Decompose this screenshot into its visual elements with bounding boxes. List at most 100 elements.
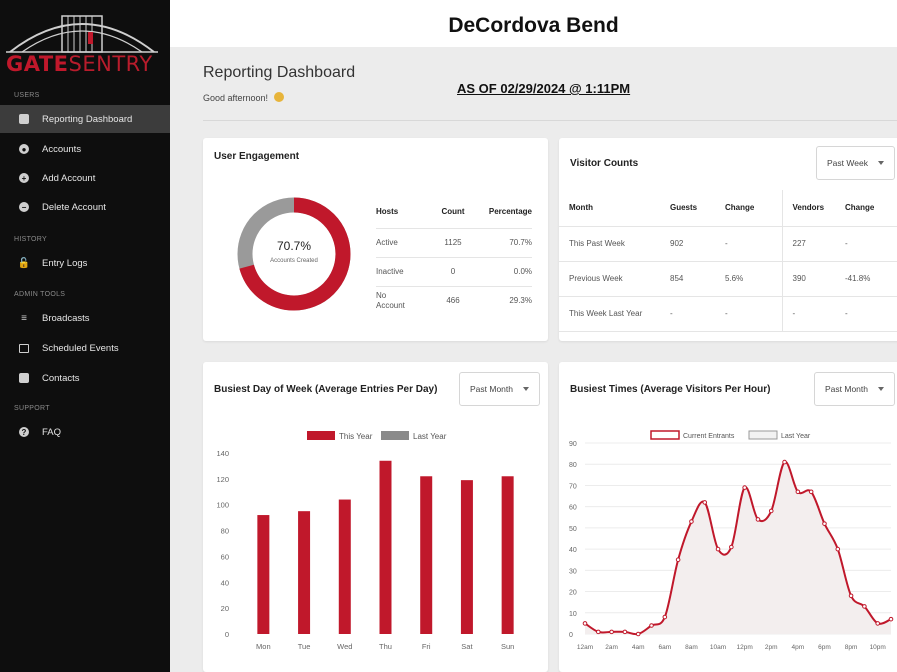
x-tick-label: 6am — [658, 644, 671, 651]
sidebar-item-accounts[interactable]: ● Accounts — [0, 135, 170, 163]
section-users: USERS — [14, 92, 40, 99]
y-tick-label: 80 — [569, 462, 577, 469]
column-header: Percentage — [488, 207, 532, 217]
sidebar-item-label: Broadcasts — [42, 312, 90, 324]
busiest-day-period-dropdown[interactable]: Past Month — [459, 372, 540, 406]
x-tick-label: 2pm — [765, 644, 778, 651]
data-point — [808, 489, 814, 495]
column-header: Month — [559, 190, 670, 227]
chevron-down-icon — [878, 387, 884, 391]
x-tick-label: 10pm — [870, 644, 886, 651]
sidebar-item-reporting-dashboard[interactable]: Reporting Dashboard — [0, 105, 170, 133]
sidebar-item-label: Scheduled Events — [42, 342, 119, 354]
legend-swatch-last-year — [381, 431, 409, 440]
x-tick-label: 2am — [605, 644, 618, 651]
busiest-day-chart: This Year Last Year 0 20 40 60 80 100 120 140 Mon T… — [216, 431, 514, 651]
sidebar-item-contacts[interactable]: Contacts — [0, 364, 170, 392]
table-cell: 227 — [782, 226, 845, 262]
data-point — [675, 557, 681, 563]
y-tick-label: 120 — [216, 475, 229, 484]
y-tick-label: 20 — [569, 590, 577, 597]
busiest-times-chart: Current Entrants Last Year 0 10 20 30 40 50 60 70… — [569, 430, 894, 651]
x-tick-label: Sun — [501, 642, 514, 651]
legend-label: This Year — [339, 432, 373, 441]
data-point — [862, 604, 867, 609]
sidebar-item-entry-logs[interactable]: 🔓 Entry Logs — [0, 249, 170, 277]
table-row: This Past Week 902 - 227 - — [559, 226, 897, 262]
column-header: Count — [441, 207, 465, 217]
bar — [379, 460, 392, 634]
remove-circle-icon: − — [18, 201, 30, 213]
table-header-row: Hosts Count Percentage — [376, 196, 532, 228]
table-cell: 466 — [430, 285, 476, 315]
bar — [460, 480, 473, 634]
topbar: DeCordova Bend — [170, 0, 897, 47]
as-of-timestamp: AS OF 02/29/2024 @ 1:11PM — [457, 81, 631, 96]
y-tick-label: 100 — [216, 501, 229, 510]
sidebar-item-scheduled-events[interactable]: Scheduled Events — [0, 334, 170, 362]
data-point — [582, 621, 588, 626]
table-cell: - — [845, 226, 897, 262]
gate-logo-icon — [6, 15, 158, 53]
y-tick-label: 10 — [569, 611, 577, 618]
table-cell: -41.8% — [845, 261, 897, 297]
visitor-period-dropdown[interactable]: Past Week — [816, 146, 895, 180]
bar — [420, 476, 433, 634]
busiest-times-period-dropdown[interactable]: Past Month — [814, 372, 895, 406]
x-tick-label: Sat — [461, 642, 473, 651]
table-cell: 854 — [670, 261, 725, 297]
data-point — [622, 629, 628, 635]
y-tick-label: 70 — [569, 483, 577, 490]
chevron-down-icon — [878, 161, 884, 165]
data-point — [822, 521, 827, 526]
table-cell: 0.0% — [476, 256, 532, 286]
y-tick-label: 30 — [569, 568, 577, 575]
sidebar-item-faq[interactable]: ? FAQ — [0, 418, 170, 446]
table-cell: 5.6% — [725, 261, 783, 297]
sidebar-item-broadcasts[interactable]: ≡ Broadcasts — [0, 304, 170, 332]
visitor-counts-title: Visitor Counts — [570, 158, 639, 169]
donut-value: 70.7% — [276, 239, 312, 253]
engagement-donut — [237, 197, 351, 311]
table-cell: 1125 — [430, 227, 476, 257]
section-support: SUPPORT — [14, 405, 50, 412]
visitor-table: Month Guests Change Vendors Change This … — [559, 190, 897, 332]
y-tick-label: 60 — [569, 505, 577, 512]
help-icon: ? — [18, 426, 30, 438]
busiest-day-title: Busiest Day of Week (Average Entries Per… — [214, 384, 438, 395]
x-tick-label: Fri — [422, 642, 431, 651]
bar — [257, 515, 270, 634]
add-circle-icon: + — [18, 172, 30, 184]
user-icon: ● — [18, 143, 30, 155]
data-point — [596, 629, 601, 635]
donut-label: Accounts Created — [270, 258, 318, 264]
contacts-icon — [18, 372, 30, 384]
column-header: Change — [725, 190, 783, 227]
header-divider — [203, 120, 897, 121]
column-header: Vendors — [782, 190, 845, 227]
sidebar-item-label: Delete Account — [42, 201, 106, 213]
table-cell: 0 — [430, 256, 476, 286]
x-tick-label: 4am — [632, 644, 645, 651]
table-row: No Account 466 29.3% — [376, 285, 532, 315]
sidebar-item-add-account[interactable]: + Add Account — [0, 164, 170, 192]
table-cell: 902 — [670, 226, 725, 262]
y-tick-label: 40 — [221, 578, 229, 587]
sidebar-item-label: Reporting Dashboard — [42, 113, 133, 125]
calendar-icon — [18, 342, 30, 354]
data-point — [755, 517, 761, 522]
table-cell: Inactive — [376, 256, 430, 286]
sidebar-item-delete-account[interactable]: − Delete Account — [0, 193, 170, 221]
data-point — [848, 593, 854, 599]
y-tick-label: 20 — [221, 604, 229, 613]
legend-label: Current Entrants — [683, 433, 735, 440]
data-point — [702, 500, 708, 505]
data-point — [782, 459, 787, 465]
column-header: Change — [845, 190, 897, 227]
gate-sentry-logo[interactable]: GATESENTRY — [0, 8, 170, 78]
dropdown-value: Past Week — [827, 158, 868, 168]
x-tick-label: 8am — [685, 644, 698, 651]
engagement-table: Hosts Count Percentage Active 1125 70.7%… — [376, 196, 532, 315]
sidebar: GATESENTRY USERS Reporting Dashboard ● A… — [0, 0, 170, 672]
user-engagement-title: User Engagement — [214, 151, 300, 162]
